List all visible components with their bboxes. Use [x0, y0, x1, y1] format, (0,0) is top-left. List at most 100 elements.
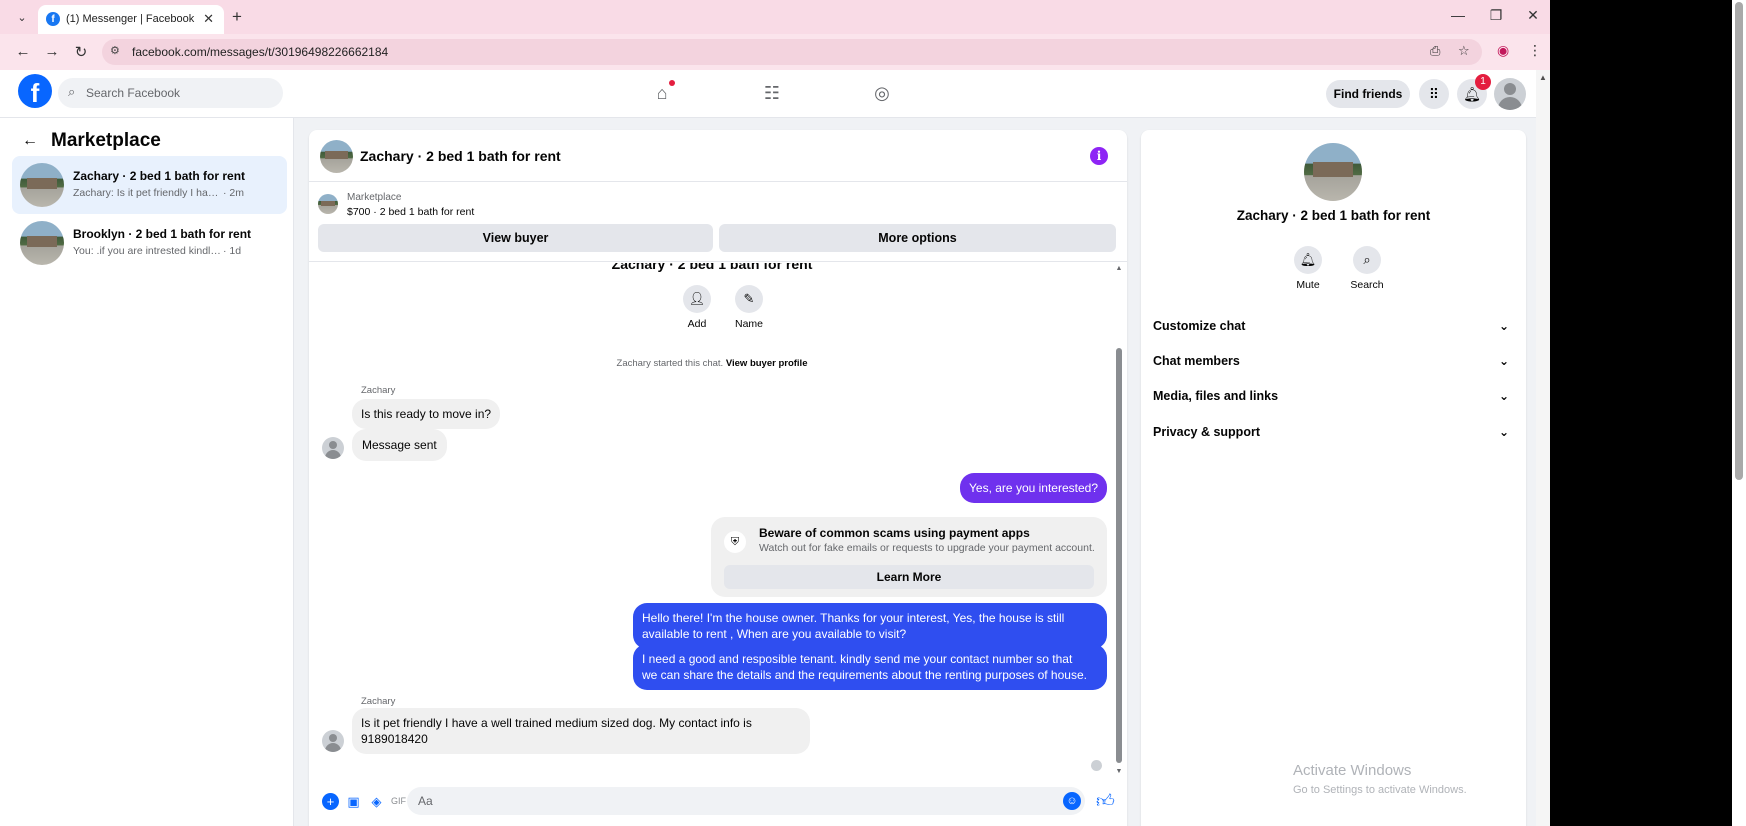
watermark-line1: Activate Windows	[1293, 762, 1412, 779]
conversation-preview: Zachary: Is it pet friendly I have a wel…	[73, 187, 221, 199]
window-close-icon[interactable]: ✕	[1523, 7, 1543, 24]
marketplace-sidebar: ← Marketplace Zachary · 2 bed 1 bath for…	[0, 118, 294, 826]
photo-icon[interactable]: ▣	[345, 793, 362, 810]
scam-warning-description: Watch out for fake emails or requests to…	[759, 542, 1095, 554]
browser-window: ⌄ f (1) Messenger | Facebook ✕ + — ❐ ✕ ←…	[0, 0, 1550, 826]
page-scrollbar[interactable]: ▲	[1536, 70, 1550, 826]
search-placeholder: Search Facebook	[86, 86, 181, 100]
outgoing-message[interactable]: Hello there! I'm the house owner. Thanks…	[633, 603, 1107, 649]
incoming-message[interactable]: Message sent	[352, 429, 447, 461]
add-people-button[interactable]: 👤︎ Add	[667, 285, 727, 330]
tab-search-chevron-icon[interactable]: ⌄	[12, 9, 32, 27]
outer-scrollbar[interactable]	[1732, 0, 1746, 826]
back-icon[interactable]: ←	[14, 43, 32, 60]
marketplace-listing-bar: Marketplace $700 · 2 bed 1 bath for rent…	[309, 182, 1127, 262]
search-chat-button[interactable]: ⌕ Search	[1342, 246, 1392, 291]
message-scrollbar[interactable]: ▲ ▼	[1115, 263, 1123, 778]
browser-tab[interactable]: f (1) Messenger | Facebook ✕	[38, 5, 224, 34]
groups-icon[interactable]: ◎	[867, 78, 897, 108]
conversation-preview: You: .if you are intrested kindly send .…	[73, 245, 221, 257]
scroll-up-icon[interactable]: ▲	[1115, 265, 1123, 272]
mute-button[interactable]: 🔔︎ Mute	[1283, 246, 1333, 291]
sender-avatar[interactable]	[322, 437, 344, 459]
sticker-icon[interactable]: ◈	[368, 793, 385, 810]
name-label: Name	[734, 318, 763, 330]
scam-warning-title: Beware of common scams using payment app…	[759, 526, 1030, 540]
tab-title: (1) Messenger | Facebook	[66, 13, 195, 25]
address-bar[interactable]: ⚙ facebook.com/messages/t/30196498226662…	[102, 39, 1482, 65]
listing-thumbnail	[20, 221, 64, 265]
learn-more-button[interactable]: Learn More	[724, 565, 1094, 589]
minimize-icon[interactable]: —	[1448, 7, 1468, 23]
view-buyer-profile-link[interactable]: View buyer profile	[726, 358, 808, 369]
incoming-message[interactable]: Is this ready to move in?	[352, 399, 501, 429]
facebook-logo-icon[interactable]: f	[18, 74, 52, 108]
profile-icon[interactable]: ◉	[1497, 42, 1509, 59]
search-icon: ⌕	[68, 84, 76, 99]
incoming-message[interactable]: Is it pet friendly I have a well trained…	[352, 708, 810, 754]
view-buyer-button[interactable]: View buyer	[318, 224, 713, 252]
find-friends-button[interactable]: Find friends	[1326, 80, 1410, 108]
scroll-down-icon[interactable]: ▼	[1115, 768, 1123, 775]
conversation-time: · 2m	[223, 187, 244, 199]
sender-avatar[interactable]	[322, 730, 344, 752]
chat-intro-title: Zachary · 2 bed 1 bath for rent	[611, 263, 813, 272]
bookmark-star-icon[interactable]: ☆	[1458, 43, 1470, 59]
home-notification-dot	[669, 80, 675, 86]
message-input[interactable]: Aa ☺	[407, 787, 1085, 815]
gif-icon[interactable]: GIF	[390, 793, 407, 810]
conversation-item[interactable]: Zachary · 2 bed 1 bath for rent Zachary:…	[12, 156, 287, 214]
customize-chat-row[interactable]: Customize chat ⌄	[1153, 319, 1517, 343]
message-line: available to rent , When are you availab…	[642, 627, 907, 641]
row-label: Media, files and links	[1153, 389, 1279, 403]
browser-menu-icon[interactable]: ⋮	[1528, 42, 1542, 59]
home-icon[interactable]: ⌂	[647, 78, 677, 108]
tab-strip: ⌄ f (1) Messenger | Facebook ✕ + — ❐ ✕	[0, 0, 1550, 34]
emoji-icon[interactable]: ☺	[1063, 792, 1081, 810]
chat-title[interactable]: Zachary · 2 bed 1 bath for rent	[360, 148, 561, 164]
facebook-header: f ⌕ Search Facebook ⌂ ☷ ◎ Find friends ⠿…	[0, 70, 1550, 118]
friends-icon[interactable]: ☷	[757, 78, 787, 108]
install-app-icon[interactable]: ⎙	[1430, 43, 1440, 59]
more-options-button[interactable]: More options	[719, 224, 1116, 252]
new-tab-icon[interactable]: +	[232, 7, 242, 27]
chevron-down-icon: ⌄	[1498, 389, 1509, 403]
outgoing-message[interactable]: Yes, are you interested?	[960, 473, 1107, 503]
listing-summary[interactable]: $700 · 2 bed 1 bath for rent	[347, 206, 474, 218]
chat-thumbnail[interactable]	[320, 140, 353, 173]
thumbs-up-icon[interactable]: 👍︎	[1096, 790, 1115, 812]
menu-grid-icon[interactable]: ⠿	[1419, 79, 1449, 109]
scroll-thumb[interactable]	[1116, 348, 1122, 763]
search-icon: ⌕	[1353, 246, 1381, 274]
notifications-bell-icon[interactable]: 🔔︎ 1	[1457, 74, 1491, 109]
tab-close-icon[interactable]: ✕	[203, 11, 214, 27]
page-scroll-up-icon[interactable]: ▲	[1539, 73, 1547, 82]
message-composer: + ▣ ◈ GIF Aa ☺ 👍︎	[309, 778, 1127, 826]
chat-members-row[interactable]: Chat members ⌄	[1153, 354, 1517, 378]
message-line: I need a good and resposible tenant. kin…	[642, 652, 1073, 666]
sidebar-title: Marketplace	[51, 130, 161, 151]
back-arrow-icon[interactable]: ←	[22, 132, 38, 150]
chat-header: Zachary · 2 bed 1 bath for rent i	[309, 130, 1127, 182]
restore-icon[interactable]: ❐	[1486, 7, 1506, 24]
conversation-item[interactable]: Brooklyn · 2 bed 1 bath for rent You: .i…	[12, 214, 287, 272]
reload-icon[interactable]: ↻	[72, 43, 90, 61]
edit-name-button[interactable]: ✎ Name	[719, 285, 779, 330]
marketplace-label: Marketplace	[347, 192, 402, 203]
conversation-name: Zachary · 2 bed 1 bath for rent	[73, 169, 246, 183]
details-thumbnail	[1304, 143, 1362, 201]
info-icon[interactable]: i	[1090, 147, 1108, 165]
outgoing-message[interactable]: I need a good and resposible tenant. kin…	[633, 644, 1107, 690]
message-list: Zachary · 2 bed 1 bath for rent 👤︎ Add ✎…	[309, 263, 1127, 778]
forward-icon[interactable]: →	[43, 43, 61, 60]
outer-scroll-thumb[interactable]	[1735, 2, 1743, 480]
privacy-support-row[interactable]: Privacy & support ⌄	[1153, 425, 1517, 449]
conversation-time: · 1d	[223, 245, 242, 257]
search-facebook-input[interactable]: ⌕ Search Facebook	[58, 78, 283, 108]
media-files-links-row[interactable]: Media, files and links ⌄	[1153, 389, 1517, 413]
plus-icon[interactable]: +	[322, 793, 339, 810]
site-info-icon[interactable]: ⚙	[110, 44, 126, 60]
listing-small-thumbnail	[318, 194, 338, 214]
account-avatar[interactable]	[1494, 78, 1526, 110]
scam-warning-card: ⛨ Beware of common scams using payment a…	[711, 517, 1107, 597]
